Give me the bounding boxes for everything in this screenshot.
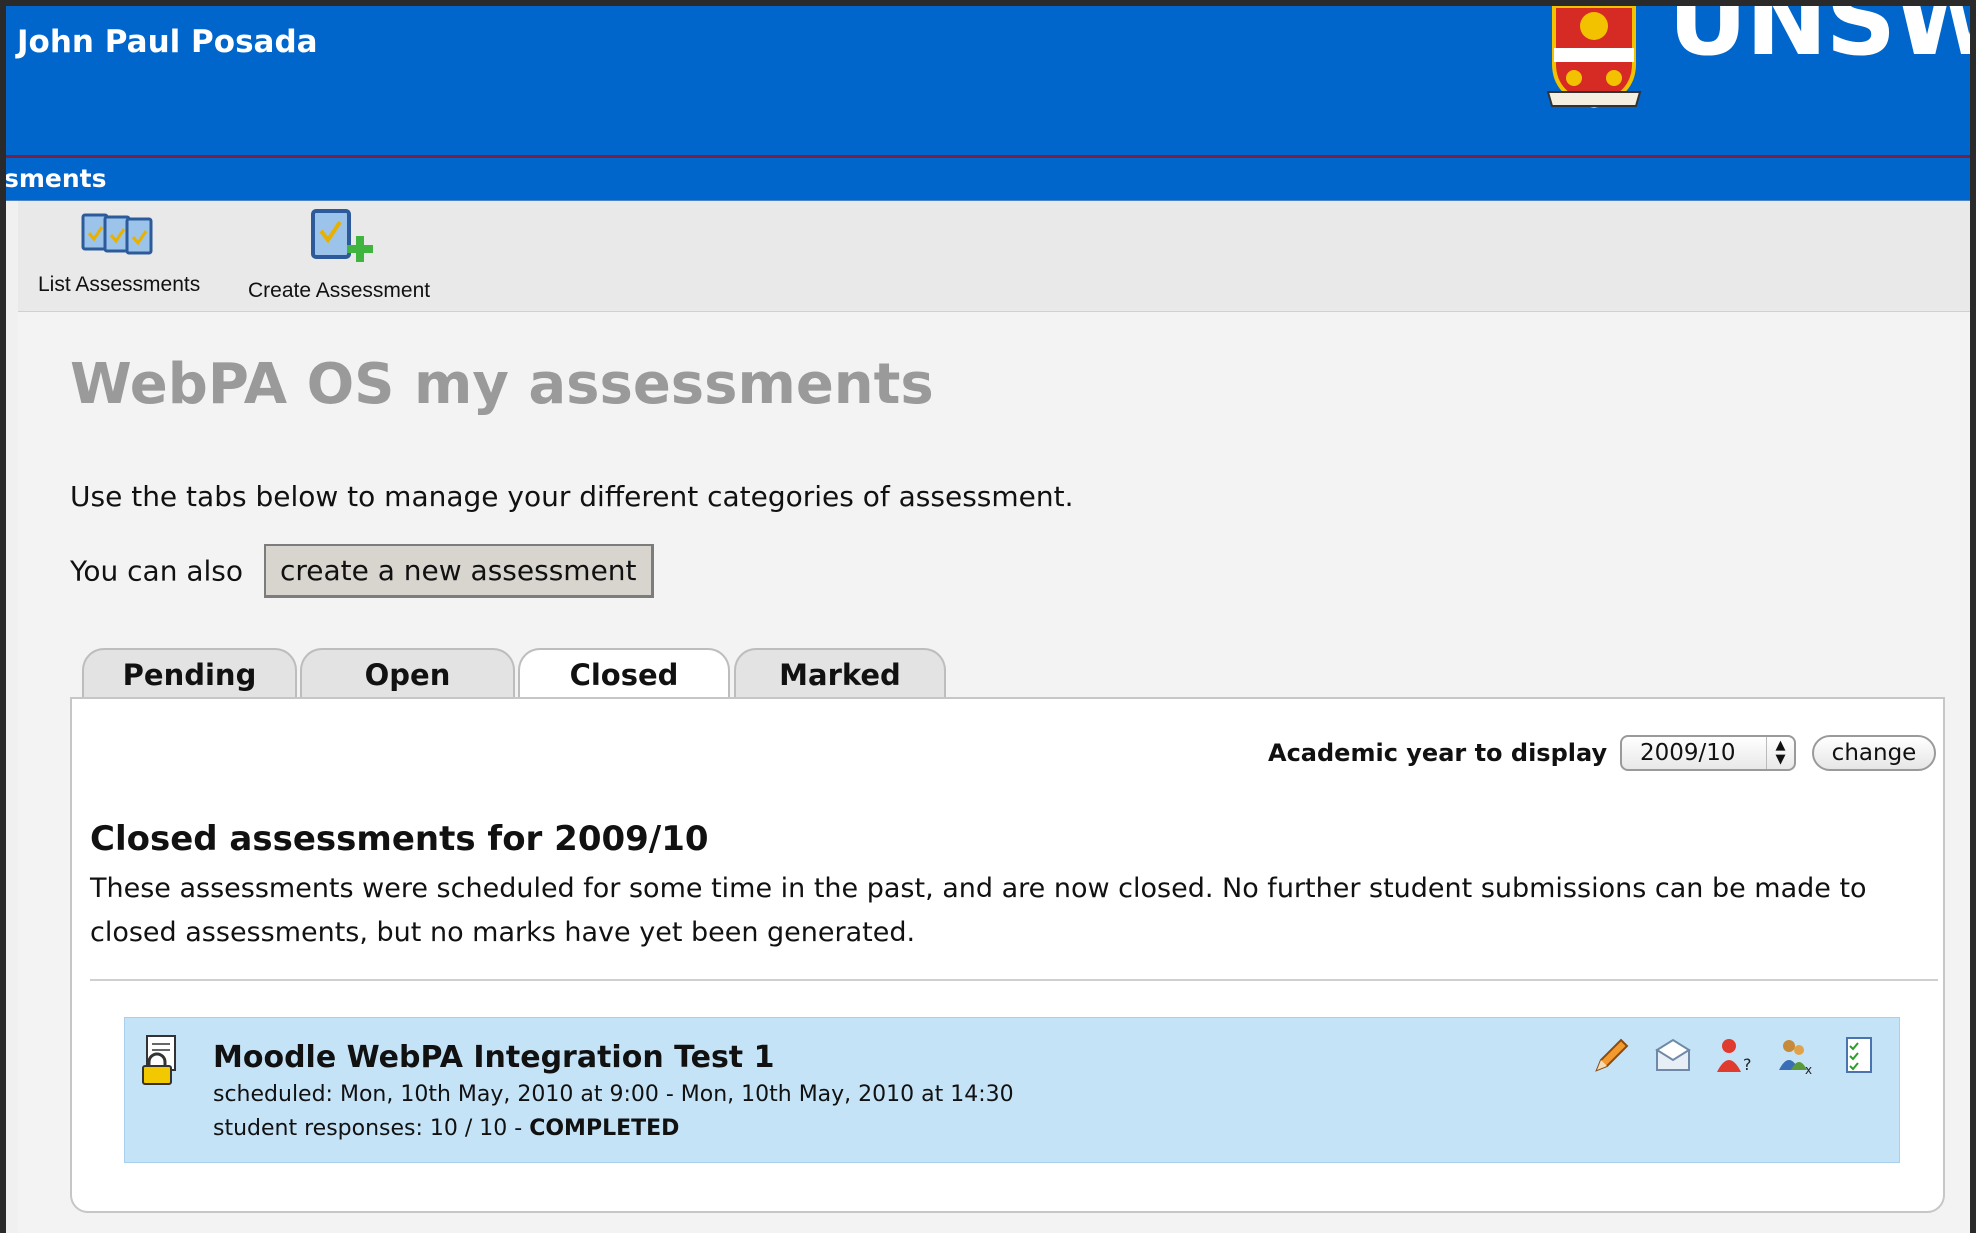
section-heading: Closed assessments for 2009/10 [90, 819, 709, 859]
also-text: You can also [70, 554, 244, 588]
create-assessment-button[interactable]: Create Assessment [248, 207, 430, 303]
nav-bar: sments [6, 158, 1970, 201]
unsw-crest-icon [1546, 6, 1642, 109]
assessment-schedule: scheduled: Mon, 10th May, 2010 at 9:00 -… [213, 1082, 1014, 1107]
student-help-icon[interactable]: ? [1715, 1036, 1755, 1076]
svg-text:x: x [1805, 1063, 1812, 1076]
browser-frame: John Paul Posada UNSW sments List Assess… [6, 6, 1970, 1233]
unsw-logo-text: UNSW [1668, 6, 1970, 78]
email-icon[interactable] [1653, 1036, 1693, 1076]
svg-text:?: ? [1743, 1055, 1752, 1074]
toolbar: List Assessments Create Assessment [18, 201, 1970, 312]
assessment-row: Moodle WebPA Integration Test 1 schedule… [124, 1017, 1900, 1163]
page-title: WebPA OS my assessments [70, 352, 934, 417]
assessment-title[interactable]: Moodle WebPA Integration Test 1 [213, 1040, 774, 1075]
select-arrows-icon: ▲ ▼ [1766, 737, 1794, 769]
academic-year-value: 2009/10 [1640, 740, 1736, 766]
mark-sheet-icon[interactable]: x [1777, 1036, 1817, 1076]
edit-icon[interactable] [1591, 1036, 1631, 1076]
closed-lock-icon [142, 1035, 176, 1085]
user-name: John Paul Posada [17, 24, 318, 60]
create-new-assessment-button[interactable]: create a new assessment [263, 544, 654, 598]
list-assessments-button[interactable]: List Assessments [38, 207, 200, 297]
tab-open[interactable]: Open [300, 648, 515, 698]
change-year-button[interactable]: change [1812, 735, 1936, 771]
academic-year-label: Academic year to display [1268, 739, 1608, 767]
status-badge: COMPLETED [529, 1116, 680, 1141]
nav-breadcrumb[interactable]: sments [6, 164, 107, 193]
checklist-icon[interactable] [1839, 1036, 1879, 1076]
list-assessments-icon [81, 213, 153, 255]
divider [90, 979, 1938, 981]
tab-pending[interactable]: Pending [82, 648, 297, 698]
tab-marked[interactable]: Marked [734, 648, 946, 698]
assessment-responses: student responses: 10 / 10 - COMPLETED [213, 1116, 679, 1141]
create-assessment-label: Create Assessment [248, 279, 431, 302]
tab-panel: Academic year to display 2009/10 ▲ ▼ chan… [70, 697, 1945, 1213]
create-prompt-row: You can also create a new assessment [70, 544, 654, 598]
main-content: WebPA OS my assessments Use the tabs bel… [18, 312, 1970, 1233]
list-assessments-label: List Assessments [38, 273, 201, 296]
tab-closed[interactable]: Closed [518, 648, 730, 700]
academic-year-select[interactable]: 2009/10 ▲ ▼ [1620, 735, 1796, 771]
site-header: John Paul Posada UNSW [6, 6, 1970, 158]
responses-text: student responses: 10 / 10 - [213, 1116, 530, 1141]
section-description: These assessments were scheduled for som… [90, 873, 1867, 948]
intro-text: Use the tabs below to manage your differ… [70, 480, 1074, 513]
create-assessment-icon [311, 209, 374, 262]
